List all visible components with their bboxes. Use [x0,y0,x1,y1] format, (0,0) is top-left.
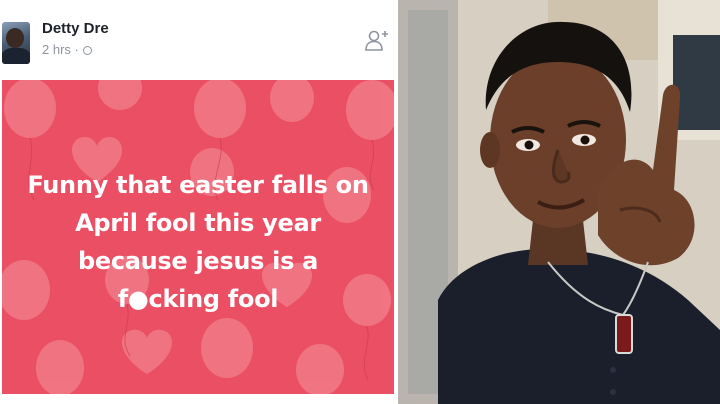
avatar-head [6,28,24,48]
post-text-line-2: April fool this year [75,209,321,237]
post-text-line-4: f●cking fool [117,285,279,313]
post-text-line-3: because jesus is a [77,247,319,275]
author-name[interactable]: Detty Dre [42,20,109,37]
avatar-shoulders [2,48,30,64]
post-image-card[interactable]: Funny that easter falls on April fool th… [2,80,394,394]
social-post: Detty Dre 2 hrs · Funny that easter fall… [0,0,395,404]
author-avatar[interactable] [2,22,30,64]
post-time[interactable]: 2 hrs · [42,42,79,57]
post-header: Detty Dre 2 hrs · [0,0,395,78]
add-friend-icon[interactable] [364,28,390,54]
post-meta: 2 hrs · [42,42,92,57]
post-image-text: Funny that easter falls on April fool th… [2,166,394,318]
selfie-photo [398,0,720,404]
globe-icon [82,46,92,55]
selfie-illustration [398,0,720,404]
post-text-line-1: Funny that easter falls on [27,171,369,199]
